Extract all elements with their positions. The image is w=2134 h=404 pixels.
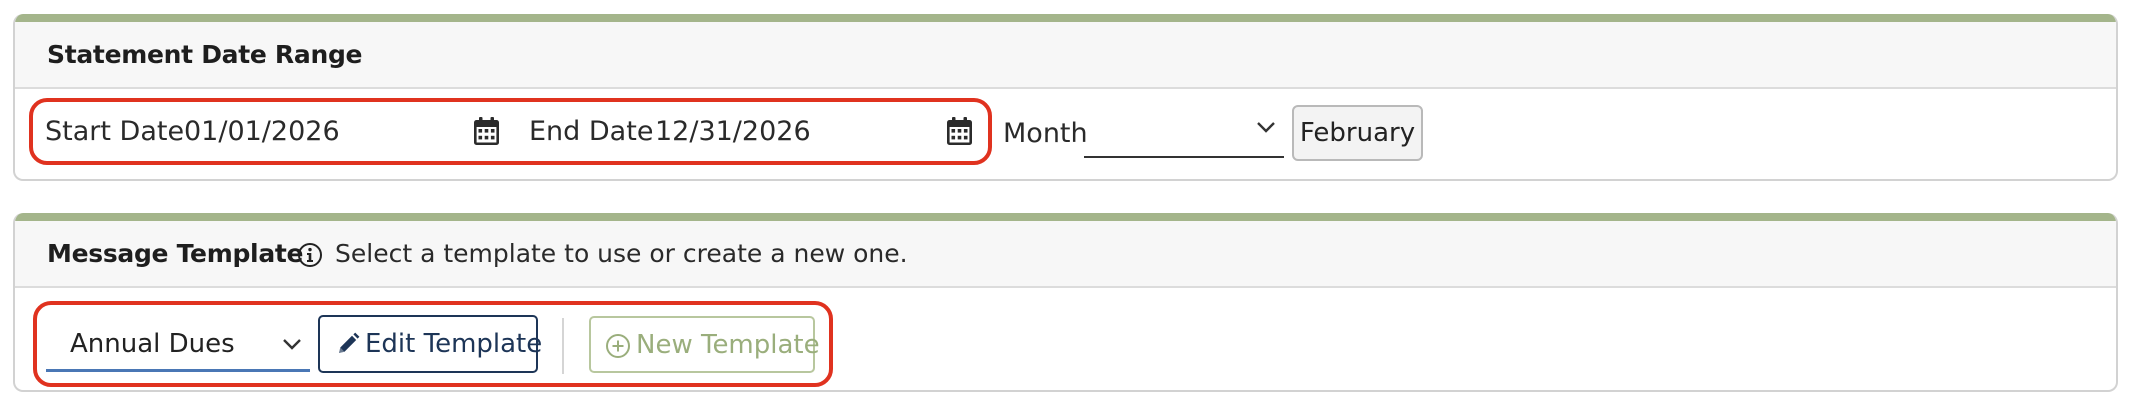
february-button[interactable]: February [1292, 105, 1423, 161]
panel-title: Statement Date Range [47, 40, 363, 69]
template-controls-highlight [33, 301, 833, 387]
template-info-text: Select a template to use or create a new… [335, 239, 908, 268]
chevron-down-icon [1257, 122, 1275, 133]
date-range-highlight [29, 98, 992, 165]
panel-accent-bar [15, 213, 2116, 221]
panel-title: Message Template [47, 239, 304, 268]
month-label: Month [1003, 118, 1088, 149]
info-icon [298, 243, 322, 267]
panel-accent-bar [15, 14, 2116, 22]
month-select[interactable] [1084, 100, 1284, 158]
panel-header: Message Template Select a template to us… [15, 221, 2116, 288]
panel-header: Statement Date Range [15, 22, 2116, 89]
